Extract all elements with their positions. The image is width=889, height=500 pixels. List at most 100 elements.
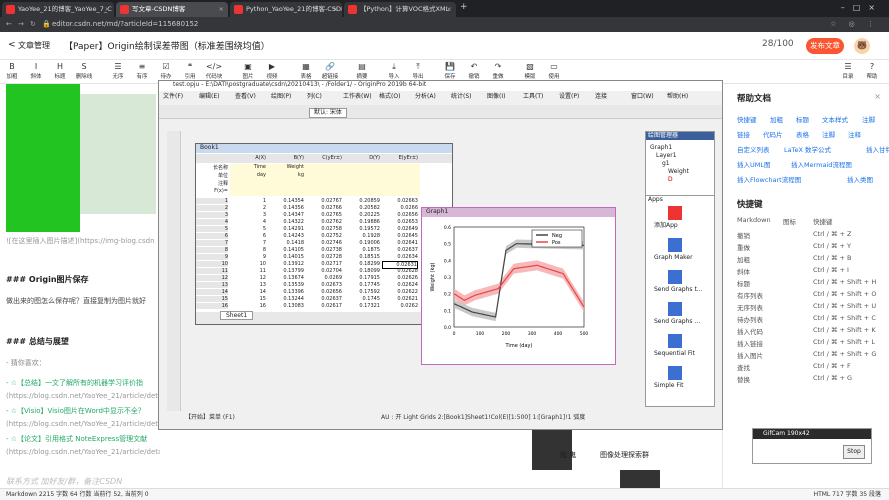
import-button[interactable]: ⤓ 导入	[382, 62, 406, 80]
table-cell[interactable]: 0.02765	[306, 212, 342, 218]
table-button[interactable]: ▦ 表格	[294, 62, 318, 80]
help-link[interactable]: 快捷键	[737, 114, 757, 124]
md-link[interactable]: - ☆【论文】引用格式 NoteExpress管理文献	[6, 434, 147, 444]
table-cell[interactable]: 0.02762	[306, 219, 342, 225]
table-cell[interactable]: 0.02634	[382, 254, 418, 260]
close-icon[interactable]: ×	[105, 2, 110, 17]
table-cell[interactable]: 0.02617	[306, 303, 342, 309]
table-cell[interactable]: 0.02758	[306, 226, 342, 232]
table-cell[interactable]: 0.17321	[344, 303, 380, 309]
origin-menu-item[interactable]: 窗口(W)	[631, 93, 654, 101]
row-number[interactable]: 10	[196, 261, 228, 267]
table-cell[interactable]: 15	[230, 296, 266, 302]
table-cell[interactable]: 0.14105	[268, 247, 304, 253]
table-cell[interactable]: 0.02767	[306, 198, 342, 204]
export-button[interactable]: ⤒ 导出	[406, 62, 430, 80]
table-cell[interactable]: 0.20859	[344, 198, 380, 204]
row-number[interactable]: 7	[196, 240, 228, 246]
italic-button[interactable]: I 斜体	[24, 62, 48, 80]
app-icon[interactable]	[668, 302, 682, 316]
strikethrough-button[interactable]: S 删除线	[72, 62, 96, 80]
table-cell[interactable]: 0.02717	[306, 261, 342, 267]
table-cell[interactable]: 8	[230, 247, 266, 253]
article-manage-link[interactable]: 文章管理	[18, 40, 50, 51]
table-cell[interactable]: 0.02746	[306, 240, 342, 246]
help-link[interactable]: LaTeX 数学公式	[784, 144, 831, 154]
app-label[interactable]: 添加App	[654, 222, 678, 230]
todo-button[interactable]: ☑ 待办	[154, 62, 178, 80]
table-cell[interactable]: 2	[230, 205, 266, 211]
table-cell[interactable]: 0.02645	[382, 233, 418, 239]
use-button[interactable]: ▭ 使用	[542, 62, 566, 80]
graph-plot[interactable]: 0.0 0.1 0.2 0.3 0.4 0.5 0.6 0 100 200 300 400 500 Ne…	[422, 217, 615, 364]
app-label[interactable]: Send Graphs ...	[654, 318, 700, 326]
browser-extension-icons[interactable]: ☆ ◎ ⋮	[830, 17, 879, 32]
redo-button[interactable]: ↷ 重做	[486, 62, 510, 80]
save-button[interactable]: 💾 保存	[438, 62, 462, 80]
tree-item[interactable]: D	[668, 176, 673, 184]
table-cell[interactable]: 0.02637	[306, 296, 342, 302]
origin-menu-item[interactable]: 工具(T)	[523, 93, 543, 101]
unordered-list-button[interactable]: ☰ 无序	[106, 62, 130, 80]
help-link[interactable]: 注释	[848, 129, 861, 139]
help-link[interactable]: 代码片	[763, 129, 783, 139]
table-cell[interactable]: 0.19006	[344, 240, 380, 246]
help-link[interactable]: 插入Flowchart流程图	[737, 174, 801, 184]
table-cell[interactable]: 0.14243	[268, 233, 304, 239]
table-cell[interactable]: 0.02653	[382, 219, 418, 225]
close-icon[interactable]: ×	[333, 2, 338, 17]
app-icon[interactable]	[668, 270, 682, 284]
browser-tab[interactable]: YaoYee_21的博客_YaoYee_7_C ×	[2, 2, 114, 17]
origin-menu-item[interactable]: 工作表(W)	[343, 93, 372, 101]
table-cell[interactable]: 0.13674	[268, 275, 304, 281]
md-link[interactable]: - ☆【总结】一文了解所有的机器学习评价指	[6, 378, 143, 388]
table-cell[interactable]: 0.02752	[306, 233, 342, 239]
table-cell[interactable]: 0.02621	[382, 296, 418, 302]
table-cell[interactable]: 0.17592	[344, 289, 380, 295]
table-cell[interactable]: 9	[230, 254, 266, 260]
table-cell[interactable]: 5	[230, 226, 266, 232]
origin-menu-item[interactable]: 图像(I)	[487, 93, 505, 101]
table-cell[interactable]: 0.02704	[306, 268, 342, 274]
help-link[interactable]: 插入Mermaid流程图	[791, 159, 852, 169]
table-cell[interactable]: 0.02624	[382, 282, 418, 288]
tree-item[interactable]: Layer1	[656, 152, 677, 160]
row-number[interactable]: 4	[196, 219, 228, 225]
sheet-tab[interactable]: Sheet1	[220, 311, 254, 320]
bold-button[interactable]: B 加粗	[0, 62, 24, 80]
table-cell[interactable]: 11	[230, 268, 266, 274]
app-icon[interactable]	[668, 366, 682, 380]
table-cell[interactable]: 0.0262	[382, 303, 419, 309]
help-link[interactable]: 注脚	[862, 114, 875, 124]
table-cell[interactable]: 0.02766	[306, 205, 342, 211]
close-icon[interactable]: ×	[447, 2, 452, 17]
table-cell[interactable]: 0.02728	[306, 254, 342, 260]
table-cell[interactable]: 0.02656	[306, 289, 342, 295]
origin-menu-item[interactable]: 文件(F)	[163, 93, 183, 101]
table-cell[interactable]: 0.13799	[268, 268, 304, 274]
origin-menu-item[interactable]: 连接	[595, 93, 607, 101]
app-label[interactable]: Sequential Fit	[654, 350, 695, 358]
window-controls[interactable]: –□×	[841, 3, 883, 12]
table-cell[interactable]: 0.1928	[344, 233, 381, 239]
url-text[interactable]: editor.csdn.net/md/?articleId=115680152	[52, 17, 198, 32]
row-number[interactable]: 12	[196, 275, 228, 281]
table-cell[interactable]: 0.19572	[344, 226, 380, 232]
table-cell[interactable]: 14	[230, 289, 266, 295]
table-cell[interactable]: 16	[230, 303, 266, 309]
column-header[interactable]: A(X)	[230, 155, 266, 161]
row-number[interactable]: 11	[196, 268, 228, 274]
origin-menu-item[interactable]: 帮助(H)	[667, 93, 688, 101]
column-header[interactable]: B(Y)	[268, 155, 304, 161]
table-cell[interactable]: 0.02656	[382, 212, 418, 218]
table-cell[interactable]: 0.14354	[268, 198, 304, 204]
table-cell[interactable]: 3	[230, 212, 266, 218]
table-cell[interactable]: 0.02663	[382, 198, 418, 204]
column-header[interactable]: C(yEr±)	[306, 155, 342, 161]
ordered-list-button[interactable]: ≡ 有序	[130, 62, 154, 80]
table-cell[interactable]: 0.1875	[344, 247, 381, 253]
tree-item[interactable]: g1	[662, 160, 670, 168]
column-header[interactable]: D(Y)	[344, 155, 380, 161]
row-number[interactable]: 8	[196, 247, 228, 253]
table-cell[interactable]: 6	[230, 233, 266, 239]
